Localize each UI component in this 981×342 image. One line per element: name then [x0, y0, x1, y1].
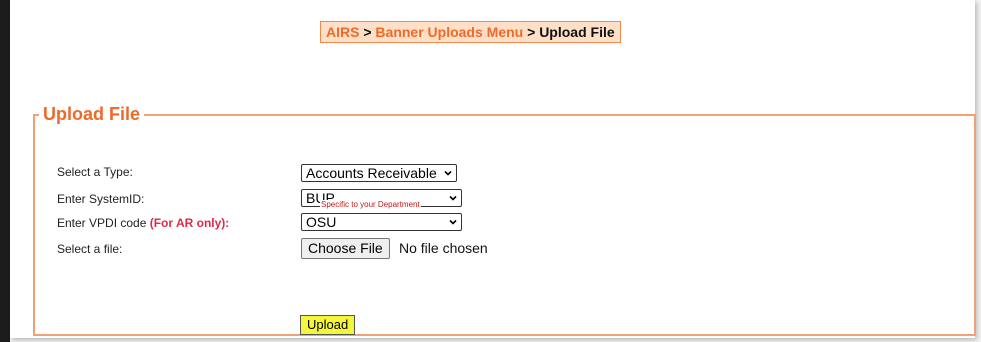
upload-button[interactable]: Upload — [300, 315, 356, 335]
breadcrumb-current-page: Upload File — [539, 24, 615, 40]
system-id-hint: Specific to your Department — [320, 200, 421, 209]
vpdi-note: (For AR only): — [149, 216, 230, 230]
breadcrumb-banner-uploads-menu[interactable]: Banner Uploads Menu — [375, 24, 523, 40]
breadcrumb-airs[interactable]: AIRS — [326, 24, 359, 40]
page-content: AIRS > Banner Uploads Menu > Upload File… — [10, 0, 976, 338]
vpdi-label: Enter VPDI code (For AR only): — [57, 216, 229, 230]
chevron-down-icon — [444, 170, 452, 176]
breadcrumb: AIRS > Banner Uploads Menu > Upload File — [320, 21, 621, 43]
chevron-down-icon — [449, 195, 457, 201]
type-select-value: Accounts Receivable — [306, 165, 437, 181]
fieldset-legend: Upload File — [43, 104, 141, 124]
type-select[interactable]: Accounts Receivable — [301, 164, 457, 182]
file-status: No file chosen — [399, 240, 488, 256]
window-left-edge — [0, 0, 10, 342]
choose-file-button[interactable]: Choose File — [301, 238, 390, 259]
chevron-down-icon — [449, 219, 457, 225]
upload-file-fieldset: Upload File Select a Type: Accounts Rece… — [33, 104, 976, 336]
vpdi-select-value: OSU — [306, 214, 337, 230]
breadcrumb-separator: > — [363, 24, 372, 40]
type-label: Select a Type: — [57, 165, 133, 179]
vpdi-select[interactable]: OSU — [301, 213, 462, 231]
vpdi-label-text: Enter VPDI code — [57, 216, 147, 230]
breadcrumb-separator: > — [527, 24, 536, 40]
system-id-label: Enter SystemID: — [57, 192, 145, 206]
file-label: Select a file: — [57, 242, 123, 256]
